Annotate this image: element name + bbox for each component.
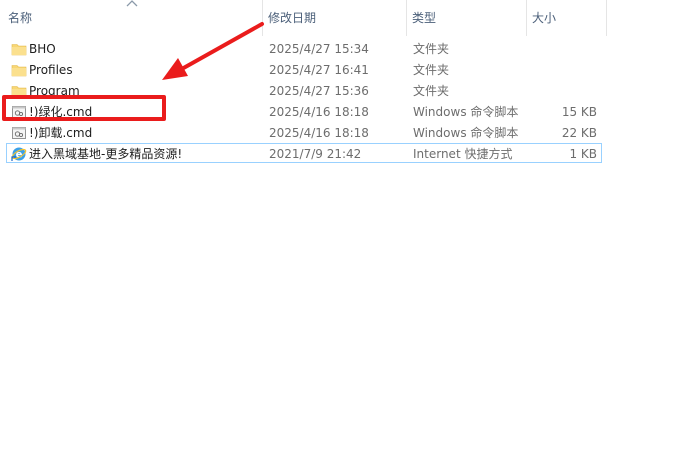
file-date: 2025/4/27 16:41 [269, 63, 369, 77]
folder-icon [11, 65, 27, 77]
file-size: 15 KB [561, 105, 597, 119]
cmd-script-icon [12, 127, 26, 139]
file-date: 2025/4/16 18:18 [269, 126, 369, 140]
column-divider[interactable] [406, 0, 407, 36]
column-divider[interactable] [262, 0, 263, 36]
file-size: 22 KB [561, 126, 597, 140]
file-date: 2025/4/27 15:34 [269, 42, 369, 56]
internet-shortcut-icon: e [11, 147, 27, 161]
file-date: 2025/4/27 15:36 [269, 84, 369, 98]
file-size: 1 KB [569, 147, 597, 161]
file-type: Windows 命令脚本 [413, 126, 519, 140]
file-name: 进入黑域基地-更多精品资源! [29, 147, 183, 161]
file-date: 2021/7/9 21:42 [269, 147, 362, 161]
column-divider[interactable] [526, 0, 527, 36]
file-type: Windows 命令脚本 [413, 105, 519, 119]
column-divider[interactable] [606, 0, 607, 36]
folder-icon [11, 44, 27, 56]
file-name: Profiles [29, 63, 73, 77]
file-type: Internet 快捷方式 [413, 147, 513, 161]
file-row-bho[interactable]: BHO 2025/4/27 15:34 文件夹 [6, 38, 602, 58]
file-row-internet-shortcut[interactable]: e 进入黑域基地-更多精品资源! 2021/7/9 21:42 Internet… [6, 143, 602, 163]
file-type: 文件夹 [413, 63, 450, 77]
file-type: 文件夹 [413, 84, 450, 98]
sort-ascending-icon [126, 0, 138, 7]
column-header-bar: 名称 修改日期 类型 大小 [0, 0, 690, 36]
file-row-profiles[interactable]: Profiles 2025/4/27 16:41 文件夹 [6, 59, 602, 79]
column-header-type[interactable]: 类型 [410, 0, 526, 36]
file-type: 文件夹 [413, 42, 450, 56]
file-name: BHO [29, 42, 56, 56]
column-header-size[interactable]: 大小 [530, 0, 606, 36]
file-name: !)卸载.cmd [29, 126, 93, 140]
annotation-highlight-box [2, 95, 166, 121]
file-row-uninstall-cmd[interactable]: !)卸载.cmd 2025/4/16 18:18 Windows 命令脚本 22… [6, 122, 602, 142]
file-date: 2025/4/16 18:18 [269, 105, 369, 119]
column-header-date[interactable]: 修改日期 [266, 0, 406, 36]
